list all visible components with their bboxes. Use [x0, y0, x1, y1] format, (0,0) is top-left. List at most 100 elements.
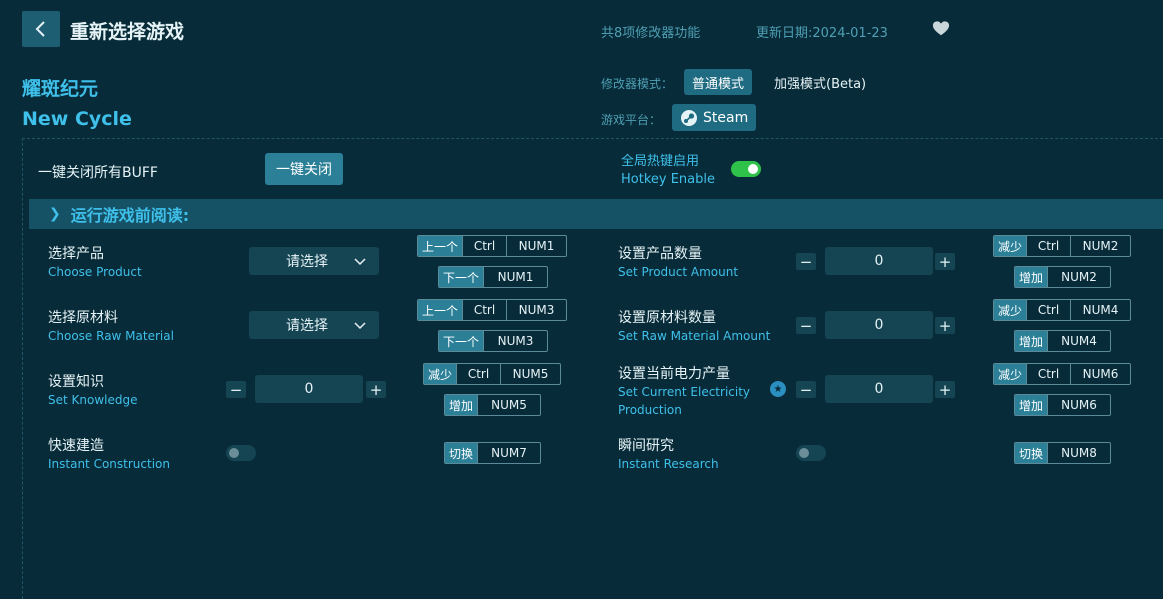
option-label-en: Instant Research: [618, 457, 719, 471]
raw-amount-input[interactable]: 0: [825, 311, 933, 339]
hotkey-tag: 减少: [994, 364, 1027, 384]
product-amount-minus-button[interactable]: −: [796, 253, 816, 271]
option-label-cn: 设置产品数量: [618, 246, 702, 262]
hotkey-increase-product-amount[interactable]: 增加 NUM2: [1014, 266, 1112, 288]
update-date: 更新日期:2024-01-23: [756, 26, 888, 41]
electricity-plus-button[interactable]: +: [935, 381, 955, 399]
hotkey-increase-electricity[interactable]: 增加 NUM6: [1014, 394, 1112, 416]
choose-product-label: 选择产品 Choose Product: [48, 245, 142, 281]
instant-research-label: 瞬间研究 Instant Research: [618, 437, 719, 473]
option-label-en: Choose Product: [48, 265, 142, 279]
hotkey-key: NUM7: [477, 443, 540, 463]
hotkey-title-cn: 全局热键启用: [621, 154, 700, 169]
option-label-en: Set Current Electricity: [618, 385, 751, 399]
hotkey-key: NUM4: [1047, 331, 1110, 351]
chevron-right-icon: ❯: [49, 206, 61, 222]
instant-research-toggle[interactable]: [796, 445, 826, 461]
hotkey-key: Ctrl: [462, 300, 506, 320]
option-label-en: Set Raw Material Amount: [618, 329, 771, 343]
hotkey-key: Ctrl: [462, 236, 506, 256]
hotkey-next-raw[interactable]: 下一个 NUM3: [438, 330, 549, 352]
normal-mode-button[interactable]: 普通模式: [684, 69, 753, 95]
option-label-cn: 选择产品: [48, 246, 104, 262]
knowledge-plus-button[interactable]: +: [366, 381, 386, 399]
platform-label: 游戏平台：: [601, 113, 662, 127]
platform-name: Steam: [703, 109, 749, 126]
back-button[interactable]: [22, 11, 60, 47]
hotkey-increase-raw-amount[interactable]: 增加 NUM4: [1014, 330, 1112, 352]
instant-construction-toggle[interactable]: [226, 445, 256, 461]
star-icon[interactable]: ★: [770, 381, 786, 397]
hotkey-key: NUM6: [1047, 395, 1110, 415]
raw-amount-plus-button[interactable]: +: [935, 317, 955, 335]
hotkey-key: NUM2: [1070, 236, 1130, 256]
hotkey-prev-raw[interactable]: 上一个 Ctrl NUM3: [417, 299, 568, 321]
enhanced-mode-button[interactable]: 加强模式(Beta): [766, 69, 874, 95]
hotkey-key: NUM4: [1070, 300, 1130, 320]
steam-icon: [681, 109, 697, 126]
hotkey-key: NUM8: [1047, 443, 1110, 463]
select-value: 请选择: [286, 254, 328, 270]
hotkey-enable-toggle[interactable]: [731, 161, 761, 177]
hotkey-key: Ctrl: [1026, 364, 1070, 384]
option-label-en: Production: [618, 403, 682, 417]
hotkey-enable-label: 全局热键启用 Hotkey Enable: [621, 153, 715, 189]
choose-raw-select[interactable]: 请选择: [249, 311, 379, 339]
heart-icon[interactable]: [932, 20, 950, 38]
electricity-input[interactable]: 0: [825, 375, 933, 403]
hotkey-decrease-product-amount[interactable]: 减少 Ctrl NUM2: [993, 235, 1132, 257]
electricity-label: 设置当前电力产量 Set Current Electricity Product…: [618, 365, 750, 419]
hotkey-tag: 上一个: [418, 236, 463, 256]
game-name-en: New Cycle: [22, 108, 132, 130]
hotkey-tag: 减少: [424, 364, 457, 384]
knowledge-minus-button[interactable]: −: [226, 381, 246, 399]
hotkey-tag: 增加: [1015, 331, 1048, 351]
steam-platform-button[interactable]: Steam: [672, 104, 757, 131]
hotkey-tag: 增加: [1015, 267, 1048, 287]
read-bar-label: 运行游戏前阅读:: [70, 206, 190, 225]
hotkey-key: NUM2: [1047, 267, 1110, 287]
hotkey-key: NUM5: [500, 364, 560, 384]
hotkey-prev-product[interactable]: 上一个 Ctrl NUM1: [417, 235, 568, 257]
product-amount-input[interactable]: 0: [825, 247, 933, 275]
mode-label: 修改器模式：: [601, 77, 674, 91]
hotkey-tag: 增加: [445, 395, 478, 415]
hotkey-key: NUM3: [506, 300, 566, 320]
choose-product-select[interactable]: 请选择: [249, 247, 379, 275]
electricity-minus-button[interactable]: −: [796, 381, 816, 399]
hotkey-tag: 增加: [1015, 395, 1048, 415]
hotkey-decrease-electricity[interactable]: 减少 Ctrl NUM6: [993, 363, 1132, 385]
option-label-cn: 快速建造: [48, 438, 104, 454]
buff-label: 一键关闭所有BUFF: [38, 165, 158, 181]
game-name-cn: 耀斑纪元: [22, 78, 99, 100]
hotkey-key: Ctrl: [1026, 300, 1070, 320]
read-before-run-bar[interactable]: ❯ 运行游戏前阅读:: [29, 199, 1163, 229]
option-label-en: Choose Raw Material: [48, 329, 174, 343]
option-label-cn: 设置原材料数量: [618, 310, 716, 326]
choose-raw-label: 选择原材料 Choose Raw Material: [48, 309, 174, 345]
hotkey-decrease-knowledge[interactable]: 减少 Ctrl NUM5: [423, 363, 562, 385]
hotkey-tag: 上一个: [418, 300, 463, 320]
option-label-cn: 瞬间研究: [618, 438, 674, 454]
page-title[interactable]: 重新选择游戏: [70, 17, 184, 44]
hotkey-key: NUM3: [483, 331, 547, 351]
option-label-cn: 选择原材料: [48, 310, 118, 326]
hotkey-tag: 下一个: [439, 331, 484, 351]
hotkey-key: NUM5: [477, 395, 540, 415]
knowledge-label: 设置知识 Set Knowledge: [48, 373, 137, 409]
hotkey-toggle-construction[interactable]: 切换 NUM7: [444, 442, 542, 464]
hotkey-toggle-research[interactable]: 切换 NUM8: [1014, 442, 1112, 464]
raw-amount-minus-button[interactable]: −: [796, 317, 816, 335]
hotkey-key: NUM6: [1070, 364, 1130, 384]
close-all-buff-button[interactable]: 一键关闭: [265, 153, 343, 185]
hotkey-tag: 减少: [994, 236, 1027, 256]
hotkey-decrease-raw-amount[interactable]: 减少 Ctrl NUM4: [993, 299, 1132, 321]
option-label-en: Set Product Amount: [618, 265, 739, 279]
hotkey-key: NUM1: [483, 267, 547, 287]
hotkey-next-product[interactable]: 下一个 NUM1: [438, 266, 549, 288]
hotkey-increase-knowledge[interactable]: 增加 NUM5: [444, 394, 542, 416]
option-label-cn: 设置知识: [48, 374, 104, 390]
hotkey-tag: 切换: [1015, 443, 1048, 463]
product-amount-plus-button[interactable]: +: [935, 253, 955, 271]
knowledge-value-input[interactable]: 0: [255, 375, 363, 403]
